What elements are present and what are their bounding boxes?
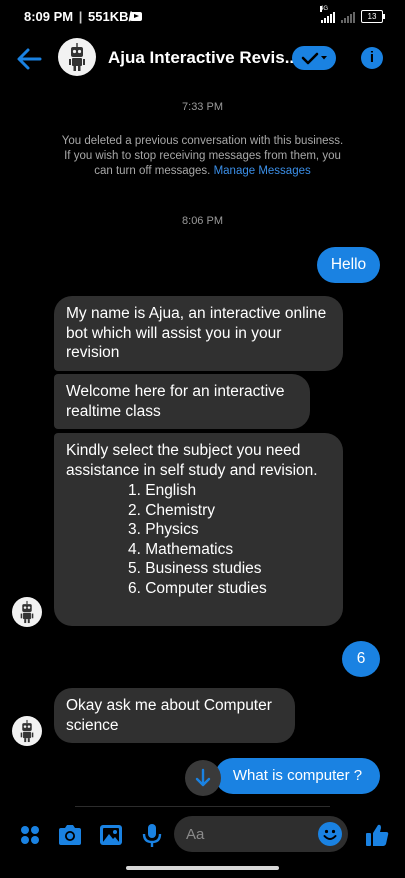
message-composer — [0, 812, 405, 858]
divider — [75, 806, 330, 807]
scroll-to-bottom-button[interactable] — [185, 760, 221, 796]
emoji-icon[interactable] — [318, 822, 342, 846]
manage-messages-link[interactable]: Manage Messages — [214, 165, 311, 177]
apps-icon[interactable] — [17, 822, 43, 848]
message-bubble-incoming[interactable]: Kindly select the subject you need assis… — [54, 433, 343, 626]
signal-icon — [341, 11, 355, 23]
message-bubble-outgoing[interactable]: 6 — [342, 641, 380, 677]
status-separator: | — [75, 9, 87, 24]
subject-option: 1. English — [128, 482, 197, 499]
image-icon[interactable] — [98, 822, 124, 848]
back-arrow-icon[interactable] — [14, 44, 44, 74]
home-indicator — [126, 866, 279, 870]
message-bubble-incoming[interactable]: My name is Ajua, an interactive online b… — [54, 296, 343, 371]
status-bar: 8:09 PM | 551KB/s 4G 13 — [0, 0, 405, 34]
bot-avatar[interactable] — [58, 38, 96, 76]
bot-avatar[interactable] — [12, 597, 42, 627]
signal-4g-icon: 4G — [320, 6, 335, 23]
message-bubble-incoming[interactable]: Welcome here for an interactive realtime… — [54, 374, 310, 429]
network-type: 4G — [320, 6, 329, 12]
subject-option: 6. Computer studies — [128, 579, 267, 597]
deleted-conversation-notice: You deleted a previous conversation with… — [60, 134, 345, 179]
chat-header: Ajua Interactive Revis... i — [0, 34, 405, 84]
subject-option: 4. Mathematics — [128, 540, 234, 558]
youtube-icon — [130, 12, 142, 21]
message-bubble-outgoing[interactable]: Hello — [317, 247, 380, 283]
status-time-speed: 8:09 PM | 551KB/s — [24, 9, 139, 24]
timestamp: 7:33 PM — [182, 101, 223, 113]
camera-icon[interactable] — [57, 822, 83, 848]
status-time: 8:09 PM — [24, 9, 74, 24]
check-dropdown-button[interactable] — [292, 46, 336, 70]
info-icon[interactable]: i — [361, 47, 383, 69]
message-bubble-incoming[interactable]: Okay ask me about Computer science — [54, 688, 295, 743]
bot-avatar[interactable] — [12, 716, 42, 746]
message-text: Kindly select the subject you need assis… — [66, 442, 318, 479]
check-icon — [301, 52, 327, 65]
status-indicators: 4G 13 — [320, 6, 385, 23]
message-bubble-outgoing[interactable]: What is computer ? — [215, 758, 380, 794]
arrow-down-icon — [195, 768, 211, 787]
thumbs-up-icon[interactable] — [364, 822, 390, 848]
battery-icon: 13 — [361, 10, 385, 23]
subject-list: 1. English 2. Chemistry 3. Physics 4. Ma… — [66, 481, 331, 599]
timestamp: 8:06 PM — [182, 215, 223, 227]
chat-title[interactable]: Ajua Interactive Revis... — [108, 48, 299, 68]
subject-option: 3. Physics — [128, 521, 199, 539]
subject-option: 5. Business studies — [128, 560, 262, 578]
microphone-icon[interactable] — [139, 822, 165, 848]
subject-option: 2. Chemistry — [128, 501, 215, 519]
